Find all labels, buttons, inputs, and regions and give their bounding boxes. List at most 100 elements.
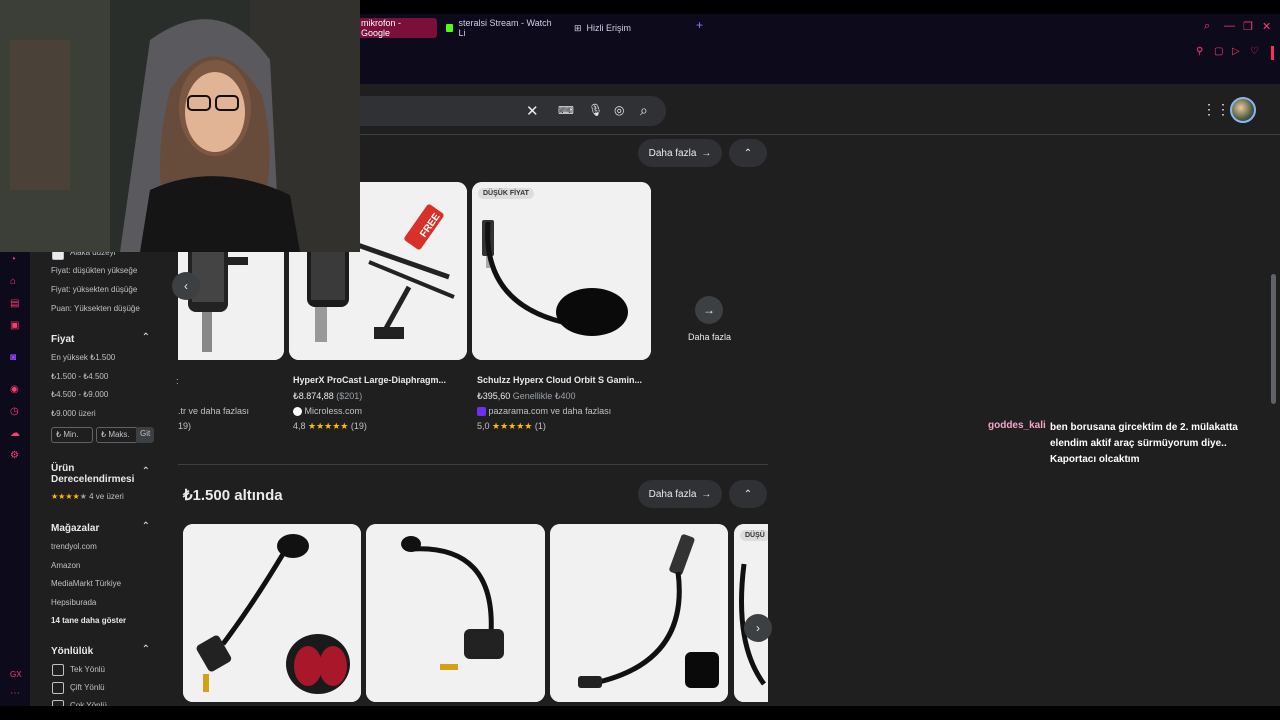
cloud-icon[interactable]: ☁ [10,428,20,439]
tab-label: steralsi Stream - Watch Li [458,18,552,38]
tab-kick-stream[interactable]: steralsi Stream - Watch Li [440,18,560,38]
filter-heading-direction[interactable]: Yönlülük [51,646,93,657]
collapse-button[interactable]: ⌃ [729,480,767,508]
keyboard-icon[interactable]: ⌨ [558,104,574,117]
store-option[interactable]: Hepsiburada [51,598,96,607]
product-image [550,524,728,702]
filter-heading-rating[interactable]: Ürün Derecelendirmesi [51,463,136,485]
product-image [366,524,545,702]
direction-checkbox[interactable] [52,664,64,676]
price-option[interactable]: ₺4.500 - ₺9.000 [51,390,108,399]
section-divider [178,464,768,465]
more-button[interactable]: Daha fazla → [638,480,722,508]
sort-option[interactable]: Puan: Yüksekten düşüğe [51,304,140,313]
new-tab-button[interactable]: + [696,18,703,32]
price-value: ₺395,60 [477,391,511,401]
search-box[interactable]: ✕ ⌨ 🎙 ◎ ⌕ [360,96,666,126]
clock-icon[interactable]: ◷ [10,406,19,417]
play-circle-icon[interactable]: ◉ [10,384,19,395]
collapse-button[interactable]: ⌃ [729,139,767,167]
more-button[interactable]: Daha fazla → [638,139,722,167]
sort-option[interactable]: Fiyat: yüksekten düşüğe [51,285,137,294]
direction-option[interactable]: Çift Yönlü [70,683,105,692]
price-min-input[interactable]: ₺ Min. [51,427,93,443]
history-icon[interactable]: ◔ [10,254,16,265]
minimize-icon[interactable]: — [1224,20,1235,32]
more-icon[interactable]: ⋯ [10,688,20,699]
rating-option[interactable]: ★★★★★ 4 ve üzeri [51,492,124,501]
rating-value: 5,0 [477,421,490,431]
kick-icon [446,24,454,32]
filter-heading-stores[interactable]: Mağazalar [51,523,99,534]
store-option[interactable]: Amazon [51,561,80,570]
product-store[interactable]: Microless.com [293,406,362,417]
carousel-next-button[interactable]: › [744,614,772,642]
product-card[interactable] [183,524,361,702]
product-card[interactable] [366,524,545,702]
gx-icon[interactable]: GX [10,670,22,679]
scrollbar[interactable] [1271,274,1276,404]
rating-count: (19) [350,421,367,431]
chevron-up-icon[interactable]: ⌃ [142,466,150,477]
settings-icon[interactable]: ⚙ [10,450,19,461]
product-title[interactable]: HyperX ProCast Large-Diaphragm... [293,375,446,385]
tab-label: mikrofon - Google [361,18,402,38]
product-rating: 4,8 ★★★★★ (19) [293,421,367,432]
pin-icon[interactable]: ⚲ [1196,46,1203,57]
product-card[interactable]: DÜŞÜK FİYAT [472,182,651,360]
direction-checkbox[interactable] [52,682,64,694]
direction-option[interactable]: Tek Yönlü [70,665,105,674]
filter-heading-price[interactable]: Fiyat [51,334,74,345]
apps-grid-icon[interactable]: ⋮⋮ [1202,101,1230,118]
show-more-stores[interactable]: 14 tane daha göster [51,616,126,625]
star-empty-icon: ★ [79,492,87,501]
restore-icon[interactable]: ❐ [1243,20,1253,33]
sidebar-accent [1271,46,1274,60]
chevron-up-icon[interactable]: ⌃ [142,332,150,343]
twitch-icon[interactable]: ◙ [10,352,16,363]
price-option[interactable]: ₺9.000 üzeri [51,409,96,418]
product-store[interactable]: pazarama.com ve daha fazlası [477,406,612,417]
capture-icon[interactable]: ▢ [1214,46,1223,57]
chat-username[interactable]: goddes_kali [988,420,1046,431]
tab-label: Hizli Erişim [586,23,632,33]
price-go-button[interactable]: Git [136,427,154,443]
carousel-prev-button[interactable]: ‹ [172,272,200,300]
clear-icon[interactable]: ✕ [526,102,539,120]
heart-icon[interactable]: ♡ [1250,46,1259,57]
product-card[interactable]: DÜŞÜ [734,524,768,702]
product-card[interactable] [550,524,728,702]
extension-icon[interactable]: ⌂ [10,276,16,287]
chat-icon[interactable]: ▤ [10,298,19,309]
bottom-bar [0,706,1280,720]
chevron-up-icon: ⌃ [743,488,753,500]
section-heading: ₺1.500 altında [183,487,283,504]
tab-quick-access[interactable]: ⊞ Hizli Erişim [568,18,688,38]
chevron-up-icon[interactable]: ⌃ [142,521,150,532]
sort-option[interactable]: Fiyat: düşükten yükseğe [51,266,137,275]
more-results-label[interactable]: Daha fazla [688,332,731,342]
search-icon[interactable]: ⌕ [1204,20,1210,33]
more-results-button[interactable]: → [695,296,723,324]
price-option[interactable]: En yüksek ₺1.500 [51,353,115,362]
close-icon[interactable]: ✕ [1262,20,1271,33]
microphone-icon[interactable]: 🎙 [588,103,603,117]
product-dots: : [176,376,179,386]
store-option[interactable]: MediaMarkt Türkiye [51,579,121,588]
price-max-input[interactable]: ₺ Maks. [96,427,138,443]
arrow-right-icon: → [701,488,712,500]
store-option[interactable]: trendyol.com [51,542,97,551]
lens-icon[interactable]: ◎ [614,103,624,117]
chevron-up-icon[interactable]: ⌃ [142,644,150,655]
avatar[interactable] [1230,97,1256,123]
tab-google-search[interactable]: mikrofon - Google [355,18,437,38]
mail-icon[interactable]: ▣ [10,320,19,331]
chat-text: ben borusana gircektim de 2. mülakatta e… [1050,422,1238,465]
low-price-badge: DÜŞÜ [740,530,768,541]
rating-option-label: 4 ve üzeri [89,492,124,501]
play-icon[interactable]: ▷ [1232,46,1240,57]
price-option[interactable]: ₺1.500 - ₺4.500 [51,372,108,381]
store-name: pazarama.com ve daha fazlası [488,406,612,416]
product-title[interactable]: Schulzz Hyperx Cloud Orbit S Gamin... [477,375,642,385]
search-icon[interactable]: ⌕ [640,102,648,119]
